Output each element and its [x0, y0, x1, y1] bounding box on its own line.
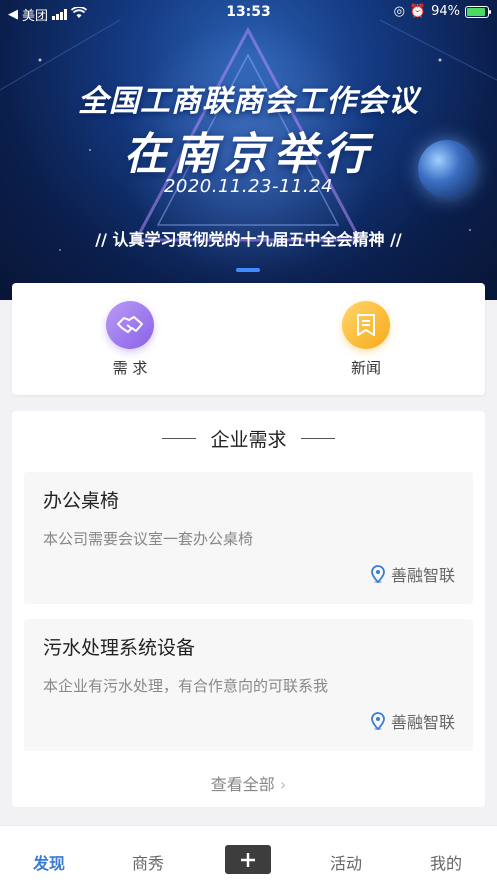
organization-name: 善融智联: [390, 713, 455, 732]
news-icon: [342, 301, 390, 349]
demand-card[interactable]: 办公桌椅 本公司需要会议室一套办公桌椅 善融智联: [24, 472, 473, 604]
banner-slogan: // 认真学习贯彻党的十九届五中全会精神 //: [95, 230, 402, 249]
orientation-lock-icon: ◎: [393, 4, 405, 19]
enterprise-demand-section: 企业需求 办公桌椅 本公司需要会议室一套办公桌椅 善融智联 污水处理系统设备 本…: [12, 411, 485, 807]
plus-icon: [241, 852, 255, 867]
organization-name: 善融智联: [390, 566, 455, 585]
demand-title: 办公桌椅: [43, 490, 120, 512]
battery-percent: 94%: [431, 4, 460, 19]
banner-title-line2: 在南京举行: [123, 129, 374, 180]
location-pin-icon: [371, 712, 385, 730]
banner-title-line1: 全国工商联商会工作会议: [78, 84, 419, 119]
tab-mine[interactable]: 我的: [430, 850, 462, 874]
view-all-label: 查看全部: [210, 775, 275, 794]
banner-date: 2020.11.23-11.24: [163, 176, 334, 197]
add-button[interactable]: [225, 845, 271, 874]
quick-menu: 需 求 新闻: [12, 283, 485, 395]
demand-organization: 善融智联: [371, 562, 455, 586]
carousel-indicator: [236, 268, 260, 272]
bottom-tab-bar: 发现 商秀 活动 我的: [0, 825, 497, 883]
section-title-text: 企业需求: [210, 429, 287, 451]
demand-title: 污水处理系统设备: [43, 637, 196, 659]
demand-description: 本企业有污水处理，有合作意向的可联系我: [43, 677, 329, 695]
tab-discover[interactable]: 发现: [33, 850, 65, 874]
alarm-icon: ⏰: [409, 4, 427, 19]
view-all-link[interactable]: 查看全部 ›: [12, 771, 485, 795]
quick-item-news[interactable]: 新闻: [316, 301, 416, 378]
title-divider-right: [300, 438, 335, 439]
tab-activity[interactable]: 活动: [330, 850, 362, 874]
chevron-right-icon: ›: [279, 775, 287, 794]
handshake-icon: [106, 301, 154, 349]
battery-icon: [465, 5, 491, 18]
section-title: 企业需求: [12, 425, 485, 452]
quick-item-label: 新闻: [350, 359, 381, 377]
status-right: ◎ ⏰ 94%: [393, 4, 491, 19]
quick-item-label: 需 求: [112, 359, 148, 377]
banner-carousel[interactable]: 全国工商联商会工作会议 在南京举行 2020.11.23-11.24 // 认真…: [0, 0, 497, 300]
demand-organization: 善融智联: [371, 709, 455, 733]
tab-showcase[interactable]: 商秀: [132, 850, 164, 874]
title-divider-left: [162, 438, 197, 439]
status-bar: ◀ 美团 13:53 ◎ ⏰ 94%: [0, 0, 497, 26]
demand-card[interactable]: 污水处理系统设备 本企业有污水处理，有合作意向的可联系我 善融智联: [24, 619, 473, 751]
demand-description: 本公司需要会议室一套办公桌椅: [43, 530, 254, 548]
quick-item-demand[interactable]: 需 求: [80, 301, 180, 378]
location-pin-icon: [371, 565, 385, 583]
